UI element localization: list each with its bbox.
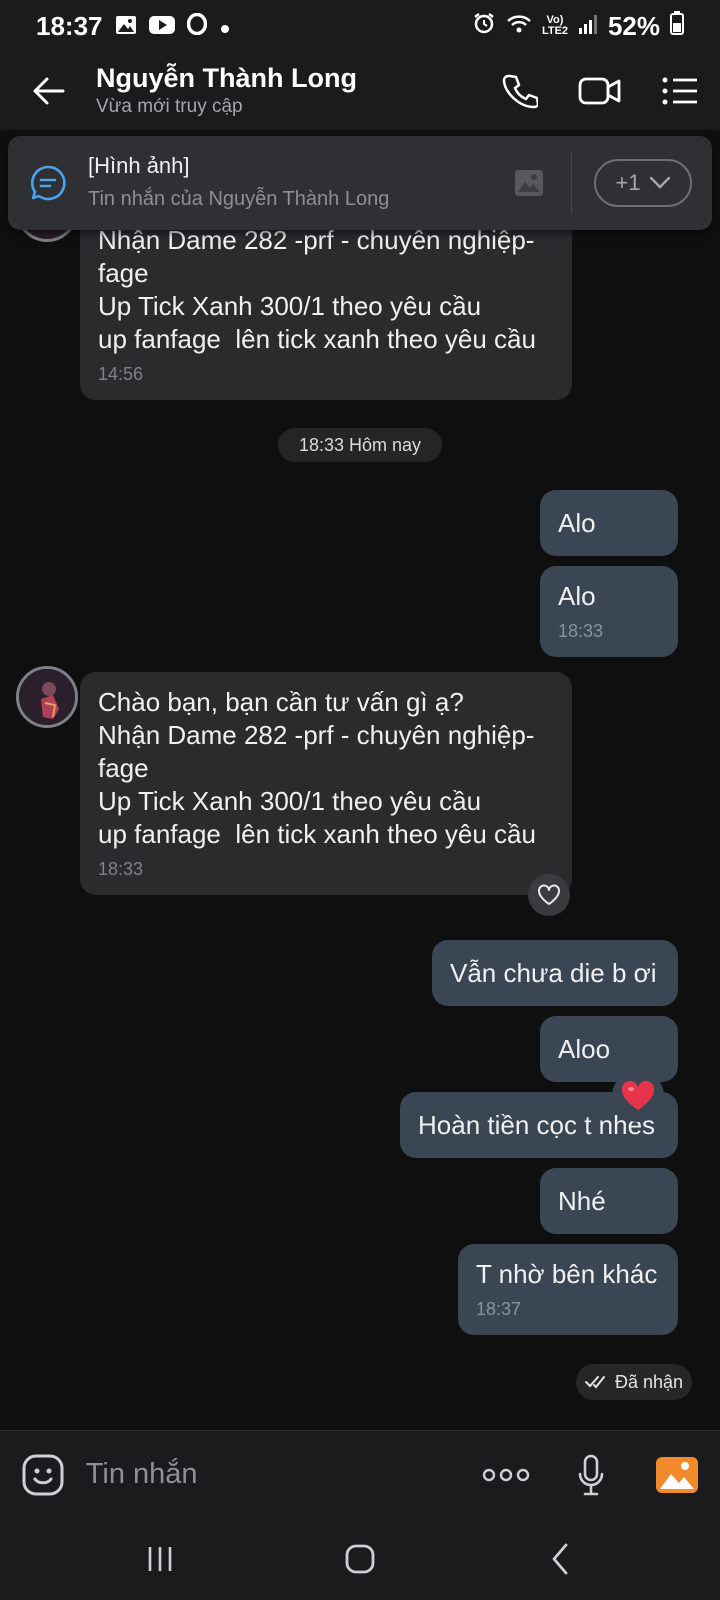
message-text: Vẫn chưa die b ơi: [450, 958, 657, 988]
chevron-down-icon: [649, 176, 670, 189]
gallery-notification-icon: [115, 11, 137, 42]
double-check-icon: [584, 1376, 605, 1389]
recents-icon: [148, 1547, 172, 1571]
opera-icon: [186, 11, 207, 42]
message-time: 18:33: [558, 621, 604, 641]
chat-bubble-icon: [30, 165, 66, 201]
wifi-icon: [506, 11, 532, 42]
chat-options-button[interactable]: [640, 52, 720, 130]
delivery-status-text: Đã nhận: [614, 1371, 684, 1392]
message-composer: [0, 1430, 720, 1518]
reaction-badge[interactable]: [612, 1070, 664, 1122]
message-line: Nhận Dame 282 -prf - chuyên nghiệp-: [98, 720, 535, 750]
gallery-icon: [656, 1456, 699, 1493]
date-separator: 18:33 Hôm nay: [278, 428, 442, 462]
pinned-message-banner[interactable]: [Hình ảnh] Tin nhắn của Nguyễn Thành Lon…: [8, 136, 712, 230]
alarm-icon: [472, 11, 496, 42]
voice-call-button[interactable]: [480, 52, 560, 130]
message-time: 18:33: [98, 859, 144, 879]
pinned-title: [Hình ảnh]: [88, 153, 190, 178]
avatar-image: [19, 669, 75, 725]
contact-name: Nguyễn Thành Long: [96, 63, 357, 93]
message-sent[interactable]: Alo 18:33: [540, 566, 678, 657]
message-received[interactable]: Nhận Dame 282 -prf - chuyên nghiệp- fage…: [80, 202, 572, 400]
pinned-thumbnail: [499, 169, 559, 197]
status-bar: 18:37 Vo) LTE2 52%: [0, 0, 720, 52]
notification-dot-icon: [219, 11, 231, 42]
message-line: fage: [98, 258, 149, 288]
heart-outline-icon: [538, 884, 560, 905]
signal-icon: [578, 11, 598, 42]
message-sent[interactable]: T nhờ bên khác 18:37: [458, 1244, 678, 1335]
menu-list-icon: [662, 77, 697, 105]
message-time: 14:56: [98, 364, 144, 384]
home-button[interactable]: [300, 1518, 420, 1600]
pinned-icon-wrap: [8, 164, 88, 202]
message-text: Alo: [558, 581, 596, 611]
gallery-button[interactable]: [634, 1431, 720, 1519]
contact-info[interactable]: Nguyễn Thành Long Vừa mới truy cập: [96, 62, 480, 120]
nav-back-button[interactable]: [500, 1518, 620, 1600]
message-received[interactable]: Chào bạn, bạn cần tư vấn gì ạ? Nhận Dame…: [80, 672, 572, 895]
message-text: Nhé: [558, 1186, 606, 1216]
divider: [571, 152, 572, 214]
contact-avatar[interactable]: [16, 666, 78, 728]
message-sent[interactable]: Nhé: [540, 1168, 678, 1234]
home-icon: [345, 1544, 375, 1574]
message-text: Aloo: [558, 1034, 611, 1064]
more-options-button[interactable]: [463, 1431, 549, 1519]
voice-message-button[interactable]: [549, 1431, 635, 1519]
message-sent[interactable]: Aloo: [540, 1016, 678, 1082]
message-sent[interactable]: Alo: [540, 490, 678, 556]
battery-icon: [670, 10, 684, 42]
message-list[interactable]: Nhận Dame 282 -prf - chuyên nghiệp- fage…: [0, 130, 720, 1430]
more-dots-icon: [482, 1468, 529, 1481]
message-line: Up Tick Xanh 300/1 theo yêu cầu: [98, 786, 482, 816]
battery-percent: 52%: [607, 10, 660, 41]
message-line: up fanfage lên tick xanh theo yêu cầu: [98, 819, 536, 849]
system-nav-bar: [0, 1518, 720, 1600]
message-time: 18:37: [476, 1299, 522, 1319]
image-icon: [515, 170, 543, 196]
message-line: Up Tick Xanh 300/1 theo yêu cầu: [98, 291, 482, 321]
message-sent[interactable]: Vẫn chưa die b ơi: [432, 940, 678, 1006]
recents-button[interactable]: [100, 1518, 220, 1600]
message-line: Chào bạn, bạn cần tư vấn gì ạ?: [98, 687, 464, 717]
network-label: Vo) LTE2: [541, 14, 569, 37]
react-button[interactable]: [528, 874, 570, 916]
message-line: fage: [98, 753, 149, 783]
delivery-status: Đã nhận: [576, 1364, 692, 1400]
pinned-more-button[interactable]: +1: [594, 159, 692, 207]
emoji-button[interactable]: [0, 1454, 86, 1496]
nav-back-icon: [552, 1543, 568, 1575]
phone-icon: [502, 74, 538, 109]
emoji-icon: [22, 1454, 64, 1495]
message-input[interactable]: [85, 1458, 463, 1491]
microphone-icon: [579, 1454, 604, 1495]
message-line: up fanfage lên tick xanh theo yêu cầu: [98, 324, 536, 354]
status-time: 18:37: [36, 10, 103, 41]
back-arrow-icon: [33, 77, 65, 105]
youtube-icon: [148, 11, 175, 42]
heart-icon: [621, 1080, 655, 1110]
chat-header: Nguyễn Thành Long Vừa mới truy cập: [0, 52, 720, 130]
back-button[interactable]: [0, 52, 96, 130]
video-call-icon: [578, 77, 621, 105]
video-call-button[interactable]: [560, 52, 640, 130]
pinned-subtitle: Tin nhắn của Nguyễn Thành Long: [88, 188, 390, 210]
contact-status: Vừa mới truy cập: [96, 96, 243, 117]
message-text: T nhờ bên khác: [476, 1259, 658, 1289]
pinned-more-count: +1: [615, 170, 641, 195]
message-text: Alo: [558, 508, 596, 538]
